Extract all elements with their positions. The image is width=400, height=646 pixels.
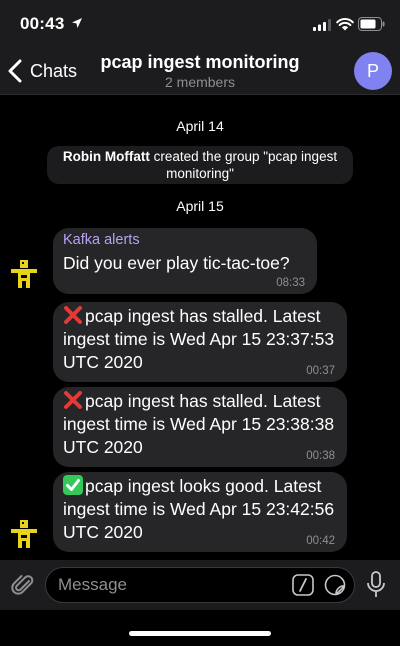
home-indicator[interactable] — [129, 631, 271, 636]
microphone-icon[interactable] — [366, 571, 386, 599]
message-body: pcap ingest has stalled. Latest ingest t… — [63, 305, 339, 374]
date-separator: April 15 — [176, 198, 224, 214]
message-input[interactable] — [58, 573, 288, 597]
message-body: pcap ingest has stalled. Latest ingest t… — [63, 390, 339, 459]
message-time: 00:38 — [306, 450, 335, 462]
paperclip-icon[interactable] — [10, 572, 36, 598]
cross-mark-icon — [64, 391, 82, 409]
message-text: Did you ever play tic-tac-toe? — [63, 253, 290, 273]
message-time: 00:42 — [306, 535, 335, 547]
group-avatar[interactable]: P — [354, 52, 392, 90]
status-bar: 00:43 — [0, 0, 400, 48]
chat-title: pcap ingest monitoring — [100, 52, 300, 72]
wifi-icon — [336, 18, 354, 31]
service-actor: Robin Moffatt — [62, 149, 150, 164]
service-message: Robin Moffatt created the group "pcap in… — [47, 146, 353, 184]
message-text: pcap ingest has stalled. Latest ingest t… — [63, 391, 335, 457]
sticker-icon[interactable] — [324, 574, 346, 596]
member-count: 2 members — [164, 74, 236, 90]
back-chevron-icon — [8, 59, 22, 83]
bot-avatar-icon[interactable] — [8, 518, 40, 550]
date-separator: April 14 — [176, 118, 224, 134]
compose-bar — [0, 560, 400, 610]
message-sender: Kafka alerts — [63, 232, 140, 248]
message-text: pcap ingest looks good. Latest ingest ti… — [63, 476, 335, 542]
message-bubble[interactable]: pcap ingest has stalled. Latest ingest t… — [53, 302, 347, 382]
message-body: pcap ingest looks good. Latest ingest ti… — [63, 475, 339, 544]
location-arrow-icon — [72, 18, 82, 28]
message-time: 08:33 — [276, 277, 305, 289]
message-bubble[interactable]: pcap ingest has stalled. Latest ingest t… — [53, 387, 347, 467]
status-time: 00:43 — [20, 14, 65, 33]
chat-header: Chats pcap ingest monitoring 2 members P — [0, 48, 400, 95]
signal-icon — [313, 19, 331, 31]
message-input-container[interactable] — [45, 567, 355, 603]
message-bubble[interactable]: Kafka alerts Did you ever play tic-tac-t… — [53, 228, 317, 294]
back-label: Chats — [30, 60, 78, 81]
bot-avatar-icon[interactable] — [8, 258, 40, 290]
chat-title-area[interactable]: pcap ingest monitoring 2 members — [90, 52, 310, 90]
message-bubble[interactable]: pcap ingest looks good. Latest ingest ti… — [53, 472, 347, 552]
message-time: 00:37 — [306, 365, 335, 377]
battery-icon — [358, 17, 385, 31]
back-button[interactable]: Chats — [8, 57, 77, 85]
check-mark-icon — [63, 475, 83, 495]
chat-screen: 00:43 Chats pcap ingest monitoring 2 mem… — [0, 0, 400, 646]
message-text: pcap ingest has stalled. Latest ingest t… — [63, 306, 335, 372]
command-icon[interactable] — [292, 574, 314, 596]
cross-mark-icon — [64, 306, 82, 324]
service-text: created the group "pcap ingest monitorin… — [149, 149, 338, 181]
